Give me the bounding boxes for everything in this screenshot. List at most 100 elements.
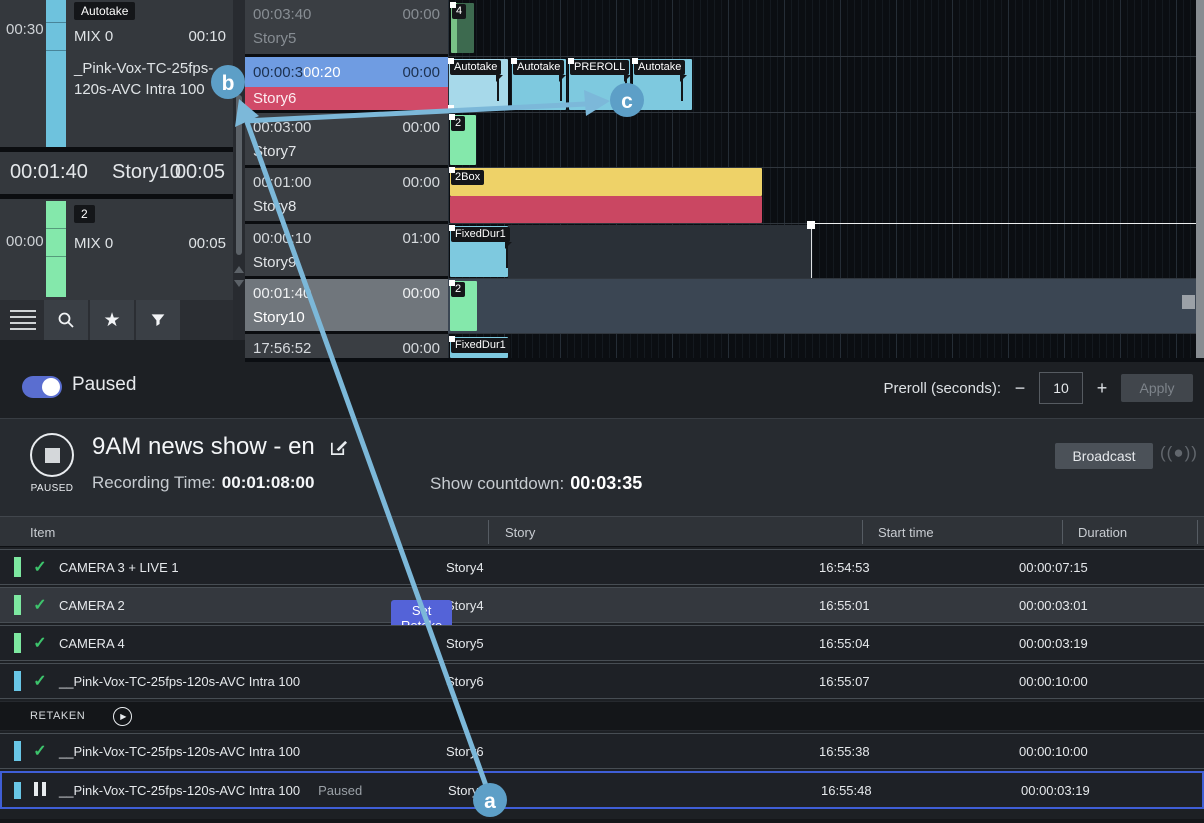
column-divider[interactable] — [1197, 520, 1198, 544]
scroll-up-icon[interactable] — [234, 266, 244, 273]
filter-button[interactable] — [136, 300, 180, 340]
play-icon[interactable]: ▶ — [113, 707, 132, 726]
apply-button[interactable]: Apply — [1121, 374, 1193, 402]
item-offset: 00:30 — [6, 21, 44, 38]
track-story10[interactable]: 2 — [448, 279, 1196, 334]
item-progress-bar — [46, 0, 66, 147]
clip-duration-region[interactable] — [508, 225, 811, 278]
table-row[interactable]: ✓ CAMERA 4 Story5 16:55:04 00:00:03:19 — [0, 625, 1204, 661]
preroll-controls: Preroll (seconds): − + Apply — [883, 372, 1193, 404]
broadcast-button[interactable]: Broadcast — [1055, 443, 1153, 469]
clip-fixeddur[interactable]: FixedDur1 — [450, 337, 508, 358]
next-item[interactable]: 00:00 2 MIX 0 00:05 — [0, 199, 233, 300]
table-row[interactable]: ✓ __Pink-Vox-TC-25fps-120s-AVC Intra 100… — [0, 733, 1204, 769]
track-story8[interactable]: 2Box — [448, 168, 1196, 224]
clip-autotake-3[interactable]: Autotake — [633, 59, 692, 110]
clip-handle[interactable] — [568, 58, 574, 64]
story-row-story9[interactable]: 00:00:1001:00 Story9 — [245, 224, 448, 279]
clip-label: PREROLL — [570, 60, 629, 75]
column-divider[interactable] — [862, 520, 863, 544]
track-story5[interactable]: 4 — [448, 0, 1196, 57]
row-drag-handle[interactable] — [1182, 295, 1195, 309]
favorites-button[interactable]: ★ — [90, 300, 134, 340]
clip[interactable]: 4 — [451, 3, 474, 53]
column-start[interactable]: Start time — [878, 525, 934, 540]
table-row[interactable]: ✓ CAMERA 2 Set Retake Story4 16:55:01 00… — [0, 587, 1204, 623]
row-color-bar — [14, 557, 21, 577]
table-header: Item Story Start time Duration — [0, 516, 1204, 547]
clip-autotake-1[interactable]: Autotake — [449, 59, 508, 110]
preroll-minus-button[interactable]: − — [1012, 379, 1028, 397]
row-story: Story6 — [431, 783, 805, 798]
on-air-icon: ((●)) — [1160, 443, 1198, 463]
row-story: Story6 — [429, 744, 803, 759]
clip-handle[interactable] — [449, 225, 455, 231]
clip-autotake-2[interactable]: Autotake — [512, 59, 566, 110]
clip-handle[interactable] — [449, 167, 455, 173]
search-button[interactable] — [44, 300, 88, 340]
scroll-down-icon[interactable] — [234, 280, 244, 287]
clip-handle[interactable] — [448, 58, 454, 64]
stop-button[interactable] — [30, 433, 74, 477]
current-story-row[interactable]: 00:01:40 Story10 00:05 — [0, 152, 233, 199]
menu-icon[interactable] — [10, 310, 36, 330]
scrollbar-thumb[interactable] — [236, 95, 242, 255]
column-story[interactable]: Story — [505, 525, 535, 540]
preroll-plus-button[interactable]: + — [1094, 379, 1110, 397]
clip-handle[interactable] — [632, 58, 638, 64]
column-divider[interactable] — [1062, 520, 1063, 544]
check-icon: ✓ — [33, 635, 46, 652]
toggle-knob — [42, 378, 60, 396]
item-name: CAMERA 3 + LIVE 1 — [59, 560, 179, 575]
autotake-badge: Autotake — [74, 2, 135, 20]
track-next[interactable]: FixedDur1 — [448, 334, 1196, 358]
clip-handle[interactable] — [448, 105, 454, 111]
clip-handle[interactable] — [449, 114, 455, 120]
extent-handle[interactable] — [807, 221, 815, 229]
preroll-input[interactable] — [1039, 372, 1083, 404]
story-row-story7[interactable]: 00:03:0000:00 Story7 — [245, 113, 448, 168]
story-row-story8[interactable]: 00:01:0000:00 Story8 — [245, 168, 448, 224]
column-duration[interactable]: Duration — [1078, 525, 1127, 540]
clip-handle[interactable] — [450, 2, 456, 8]
column-divider[interactable] — [488, 520, 489, 544]
clip-label: FixedDur1 — [451, 227, 510, 242]
story-name: Story10 — [253, 309, 305, 326]
timeline-scrollbar[interactable] — [1196, 0, 1204, 358]
preroll-label: Preroll (seconds): — [883, 380, 1001, 397]
on-air-item[interactable]: 00:30 Autotake MIX 0 00:10 _Pink-Vox-TC-… — [0, 0, 233, 152]
clip-handle[interactable] — [449, 280, 455, 286]
story-row-next[interactable]: 17:56:5200:00 — [245, 334, 448, 358]
story-end: 01:00 — [402, 230, 440, 247]
clip-preroll[interactable]: PREROLL — [569, 59, 630, 110]
clip[interactable]: 2 — [450, 115, 476, 165]
column-item[interactable]: Item — [30, 525, 55, 540]
track-story6[interactable]: Autotake Autotake PREROLL Autotake — [448, 57, 1196, 113]
paused-caption: PAUSED — [14, 483, 90, 494]
preview-scrollbar[interactable] — [233, 0, 245, 340]
retaken-row[interactable]: RETAKEN ▶ — [0, 701, 1204, 731]
clip-handle[interactable] — [511, 58, 517, 64]
clip[interactable]: 2 — [450, 281, 477, 331]
story-row-story6-selected[interactable]: 00:00:30 00:20 00:00 Story6 — [245, 57, 448, 113]
recording-time-value: 00:01:08:00 — [222, 473, 315, 492]
table-row[interactable]: ✓ __Pink-Vox-TC-25fps-120s-AVC Intra 100… — [0, 663, 1204, 699]
track-story7[interactable]: 2 — [448, 113, 1196, 168]
clip-2box-top[interactable] — [450, 168, 762, 196]
story-elapsed: 00:20 — [303, 64, 341, 81]
edit-icon[interactable] — [329, 438, 348, 457]
table-row-selected[interactable]: __Pink-Vox-TC-25fps-120s-AVC Intra 100 P… — [0, 771, 1204, 809]
story-row-story10[interactable]: 00:01:4000:00 Story10 — [245, 279, 448, 334]
clip-handle[interactable] — [449, 336, 455, 342]
item-duration: 00:05 — [188, 235, 226, 252]
timeline-region: 00:30 Autotake MIX 0 00:10 _Pink-Vox-TC-… — [0, 0, 1204, 362]
paused-toggle[interactable] — [22, 376, 62, 398]
item-name: CAMERA 2 — [59, 598, 125, 613]
story-row-story5[interactable]: 00:03:4000:00 Story5 — [245, 0, 448, 57]
clip-2box-bottom[interactable] — [450, 196, 762, 223]
clip-fixeddur[interactable]: FixedDur1 — [450, 226, 508, 277]
track-story9[interactable]: FixedDur1 — [448, 224, 1196, 279]
story-name: Story7 — [253, 143, 296, 160]
clip-label: 2Box — [451, 170, 484, 185]
table-row[interactable]: ✓ CAMERA 3 + LIVE 1 Story4 16:54:53 00:0… — [0, 549, 1204, 585]
